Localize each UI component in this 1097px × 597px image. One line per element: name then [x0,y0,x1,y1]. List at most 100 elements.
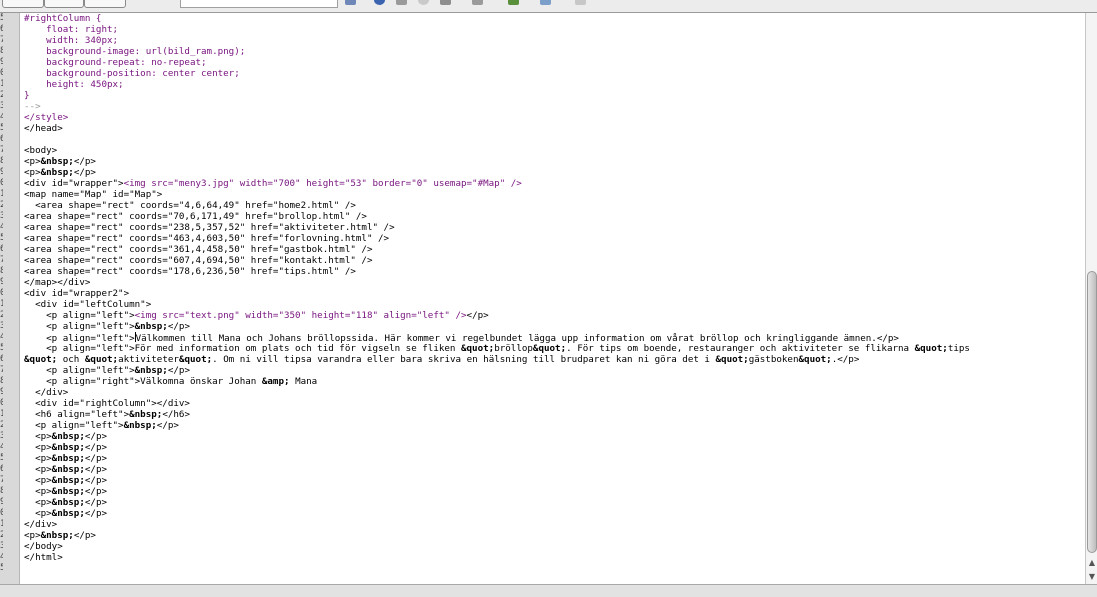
line-number: 7 [0,475,3,485]
code-line[interactable]: <p align="left">&nbsp;</p> [24,365,190,376]
line-number: 2 [0,310,3,320]
vertical-scrollbar[interactable]: ▲ ▼ [1085,13,1097,584]
code-line[interactable]: <area shape="rect" coords="178,6,236,50"… [24,266,356,277]
code-line[interactable]: </style> [24,112,68,123]
code-line[interactable]: --> [24,101,41,112]
code-line[interactable]: <p align="left">&nbsp;</p> [24,321,190,332]
code-token: </div> [24,387,69,398]
code-line[interactable]: </head> [24,123,63,134]
globe-icon[interactable] [374,0,385,5]
scroll-down-arrow-icon[interactable]: ▼ [1087,571,1097,582]
line-number: 0 [0,178,3,188]
code-line[interactable]: #rightColumn { [24,13,101,24]
code-token: &nbsp; [51,508,85,519]
code-line[interactable]: </html> [24,552,63,563]
code-token: </p> [84,475,108,486]
code-line[interactable]: </body> [24,541,63,552]
code-line[interactable]: <h6 align="left">&nbsp;</h6> [24,409,190,420]
code-line[interactable]: <area shape="rect" coords="4,6,64,49" hr… [24,200,356,211]
toolbar-tab-button[interactable] [2,0,44,8]
code-line[interactable]: <p>&nbsp;</p> [24,497,107,508]
toolbar-icon[interactable] [472,0,483,5]
line-number: 7 [0,365,3,375]
code-token: <p> [24,486,52,497]
line-number: 2 [0,200,3,210]
code-line[interactable]: <p align="left"><img src="text.png" widt… [24,310,489,321]
toolbar-title-field[interactable] [180,0,338,8]
code-line[interactable]: <map name="Map" id="Map"> [24,189,162,200]
code-line[interactable]: <area shape="rect" coords="238,5,357,52"… [24,222,395,233]
code-line[interactable]: <div id="rightColumn"></div> [24,398,190,409]
line-number: 4 [0,442,3,452]
toolbar-icon[interactable] [396,0,407,5]
code-line[interactable]: float: right; [24,24,118,35]
code-line[interactable]: <div id="wrapper2"> [24,288,129,299]
toolbar-icon[interactable] [345,0,356,5]
toolbar-icon[interactable] [575,0,586,5]
line-number-gutter: 5678901234567890123456789012345678901234… [0,13,20,584]
code-line[interactable]: <p>&nbsp;</p> [24,442,107,453]
code-line[interactable]: } [24,90,30,101]
code-line[interactable]: </map></div> [24,277,90,288]
code-line[interactable]: <p>&nbsp;</p> [24,475,107,486]
code-line[interactable]: </div> [24,387,68,398]
code-token: width: 340px; [24,35,119,46]
code-line[interactable]: <p>&nbsp;</p> [24,530,96,541]
code-line[interactable]: </div> [24,519,57,530]
code-line[interactable]: <area shape="rect" coords="361,4,458,50"… [24,244,372,255]
code-token: </p> [167,365,190,376]
status-bar [0,584,1097,597]
code-token: <map name="Map" id="Map"> [24,189,163,200]
code-token: . Om ni vill tipsa varandra eller bara s… [212,354,716,365]
code-token: } [24,90,30,101]
code-editor[interactable]: #rightColumn { float: right; width: 340p… [20,13,1084,584]
code-line[interactable]: <p>&nbsp;</p> [24,508,107,519]
code-line[interactable]: <body> [24,145,57,156]
code-line[interactable]: <p>&nbsp;</p> [24,453,107,464]
toolbar-tab-button[interactable] [44,0,84,8]
code-token: &nbsp; [40,167,74,178]
toolbar-icon[interactable] [540,0,551,5]
toolbar-icon[interactable] [418,0,429,5]
code-line[interactable]: width: 340px; [24,35,118,46]
line-number: 8 [0,376,3,386]
code-line[interactable]: <p align="left">&nbsp;</p> [24,420,179,431]
code-token: tips [947,343,970,354]
code-token: float: right; [24,24,119,35]
code-token: </p> [84,453,108,464]
code-line[interactable]: <p>&nbsp;</p> [24,156,96,167]
code-line[interactable]: background-image: url(bild_ram.png); [24,46,245,57]
scroll-up-arrow-icon[interactable]: ▲ [1087,557,1097,568]
code-line[interactable]: background-position: center center; [24,68,240,79]
line-number: 6 [0,244,3,254]
line-number: 0 [0,508,3,518]
code-line[interactable]: <p>&nbsp;</p> [24,431,107,442]
code-token: </head> [24,123,63,134]
toolbar-icon[interactable] [440,0,451,5]
code-line[interactable]: <area shape="rect" coords="70,6,171,49" … [24,211,367,222]
code-line[interactable]: &quot; och &quot;aktiviteter&quot;. Om n… [24,354,859,365]
code-line[interactable]: <area shape="rect" coords="607,4,694,50"… [24,255,372,266]
code-line[interactable]: <p align="left">För med information om p… [24,343,970,354]
toolbar-tab-button[interactable] [84,0,126,8]
code-line[interactable]: <area shape="rect" coords="463,4,603,50"… [24,233,389,244]
code-line[interactable]: <div id="wrapper"><img src="meny3.jpg" w… [24,178,522,189]
code-token: <img src="meny3.jpg" width="700" height=… [123,178,522,189]
code-line[interactable]: height: 450px; [24,79,123,90]
line-number: 5 [0,123,3,133]
code-line[interactable]: <p>&nbsp;</p> [24,486,107,497]
code-line[interactable]: <div id="leftColumn"> [24,299,151,310]
code-line[interactable]: <p>&nbsp;</p> [24,167,96,178]
code-token: &nbsp; [51,475,85,486]
code-line[interactable]: <p>&nbsp;</p> [24,464,107,475]
code-token: <area shape="rect" coords="361,4,458,50"… [24,244,373,255]
code-line[interactable]: <p align="right">Välkomna önskar Johan &… [24,376,317,387]
scrollbar-thumb[interactable] [1087,271,1097,553]
code-line[interactable]: background-repeat: no-repeat; [24,57,206,68]
line-number: 1 [0,519,3,529]
toolbar-icon[interactable] [508,0,519,5]
code-line[interactable]: <p align="left">Välkommen till Mana och … [24,332,899,344]
code-token: </p> [84,508,108,519]
code-token: </p> [167,321,190,332]
code-token: <p> [24,156,41,167]
